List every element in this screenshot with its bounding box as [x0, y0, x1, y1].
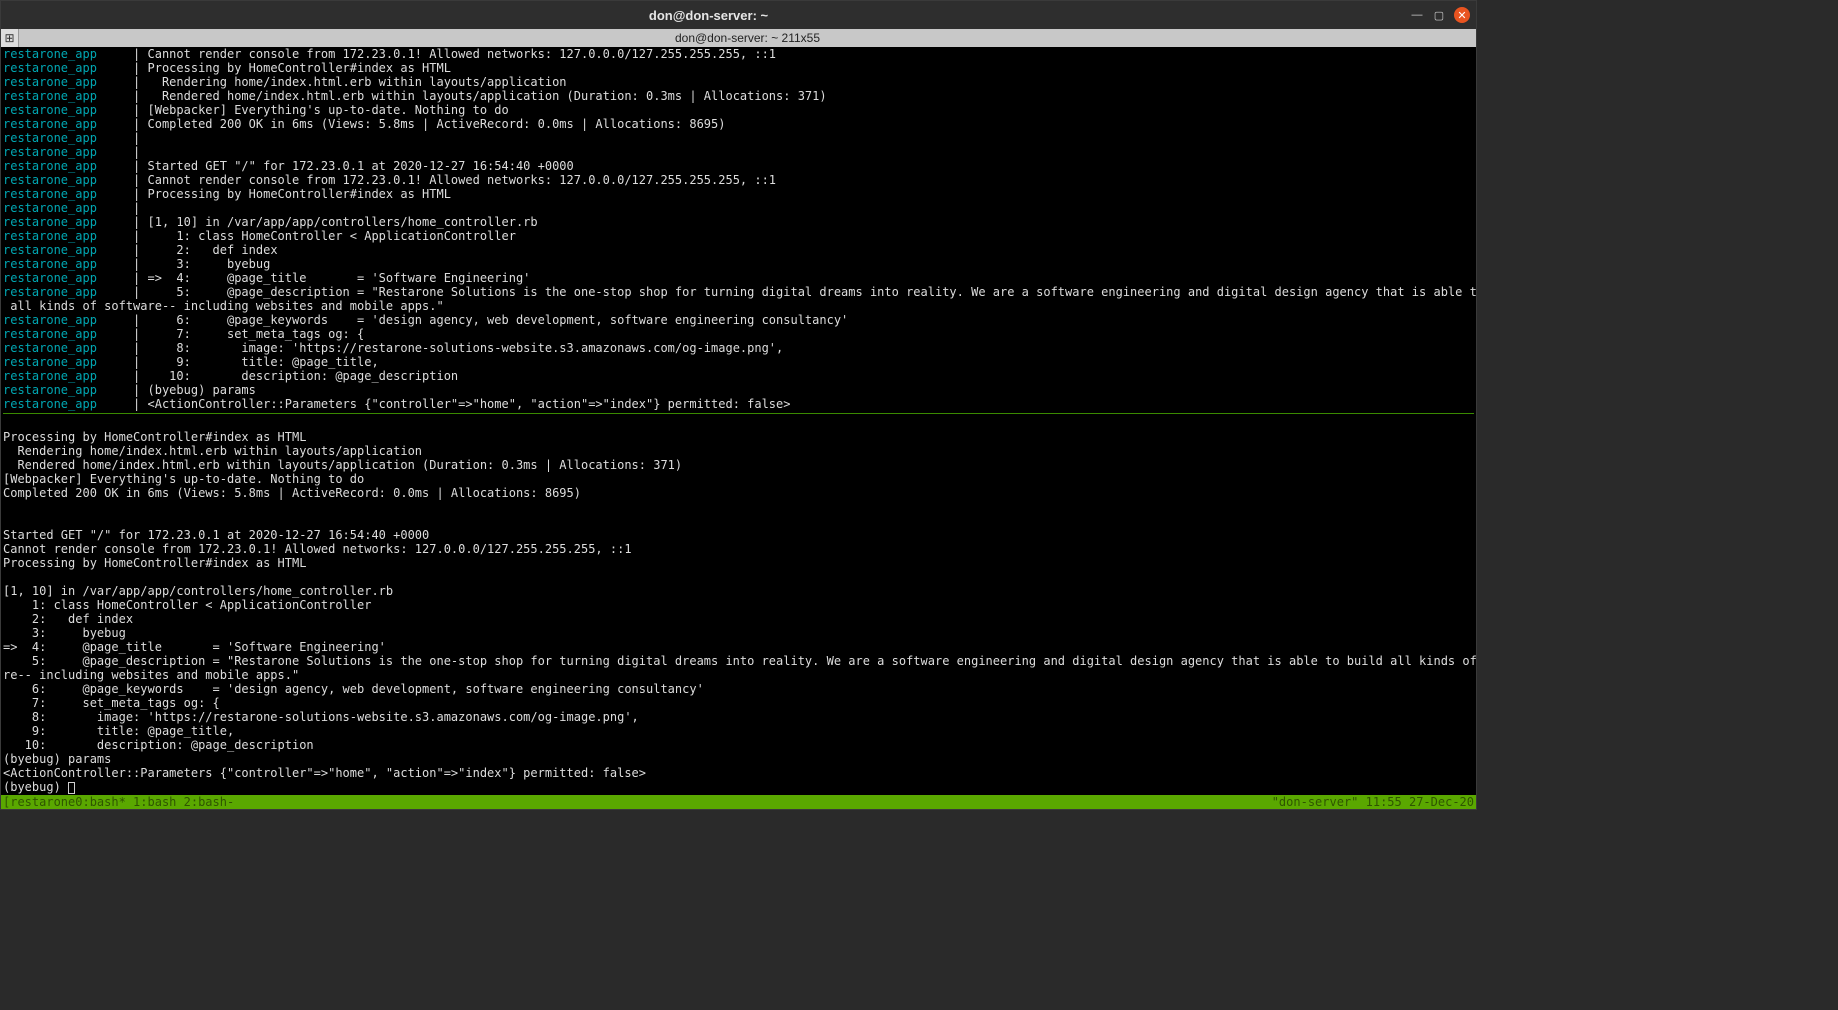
maximize-button[interactable]: ▢ [1432, 8, 1446, 22]
close-button[interactable]: ✕ [1454, 7, 1470, 23]
split-icon[interactable]: ⊞ [1, 29, 19, 47]
minimize-button[interactable]: — [1410, 8, 1424, 22]
tmux-statusbar: [restarone0:bash* 1:bash 2:bash- "don-se… [1, 795, 1476, 809]
statusbar-left: [restarone0:bash* 1:bash 2:bash- [3, 795, 234, 809]
statusbar-right: "don-server" 11:55 27-Dec-20 [1272, 795, 1474, 809]
terminal-window: don@don-server: ~ — ▢ ✕ ⊞ don@don-server… [0, 0, 1477, 810]
window-controls: — ▢ ✕ [1410, 7, 1470, 23]
tab-bar: ⊞ don@don-server: ~ 211x55 [1, 29, 1476, 47]
tab-label[interactable]: don@don-server: ~ 211x55 [19, 29, 1476, 47]
titlebar: don@don-server: ~ — ▢ ✕ [1, 1, 1476, 29]
window-title: don@don-server: ~ [7, 8, 1410, 23]
terminal-body[interactable]: restarone_app | Cannot render console fr… [1, 47, 1476, 795]
